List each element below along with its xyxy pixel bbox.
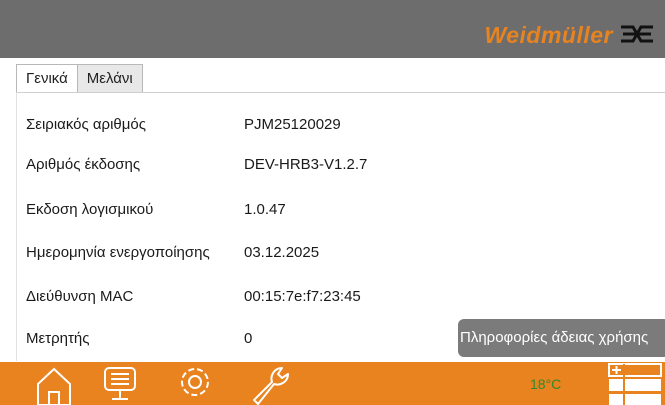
settings-icon[interactable] bbox=[175, 362, 215, 405]
counter-label: Μετρητής bbox=[26, 330, 90, 347]
tab-general[interactable]: Γενικά bbox=[16, 64, 78, 92]
home-icon[interactable] bbox=[33, 362, 75, 405]
bottom-nav-bar: 18°C bbox=[0, 362, 665, 405]
version-number-value: DEV-HRB3-V1.2.7 bbox=[244, 156, 368, 173]
top-header-bar: Weidmüller bbox=[0, 0, 665, 58]
temperature-readout: 18°C bbox=[530, 376, 562, 392]
device-info-screen: Weidmüller Γενικά Μελάνι Σειριακός αριθμ… bbox=[0, 0, 665, 405]
counter-value: 0 bbox=[244, 330, 253, 347]
tab-bar: Γενικά Μελάνι bbox=[16, 64, 143, 92]
mac-address-value: 00:15:7e:f7:23:45 bbox=[244, 288, 361, 305]
wrench-icon[interactable] bbox=[248, 362, 294, 405]
job-list-icon[interactable] bbox=[607, 362, 665, 405]
activation-date-value: 03.12.2025 bbox=[244, 244, 320, 261]
tab-ink[interactable]: Μελάνι bbox=[76, 64, 143, 92]
serial-number-label: Σειριακός αριθμός bbox=[26, 116, 146, 133]
license-info-button[interactable]: Πληροφορίες άδειας χρήσης bbox=[458, 319, 665, 357]
serial-number-value: PJM25120029 bbox=[244, 116, 341, 133]
mac-address-label: Διεύθυνση MAC bbox=[26, 288, 134, 305]
version-number-label: Αριθμός έκδοσης bbox=[26, 156, 141, 173]
brand-logo-text: Weidmüller bbox=[484, 22, 613, 48]
software-version-label: Εκδοση λογισμικού bbox=[26, 201, 154, 218]
weidmuller-logo-icon bbox=[621, 25, 653, 43]
software-version-value: 1.0.47 bbox=[244, 201, 286, 218]
activation-date-label: Ημερομηνία ενεργοποίησης bbox=[26, 244, 210, 261]
monitor-icon[interactable] bbox=[100, 362, 140, 405]
